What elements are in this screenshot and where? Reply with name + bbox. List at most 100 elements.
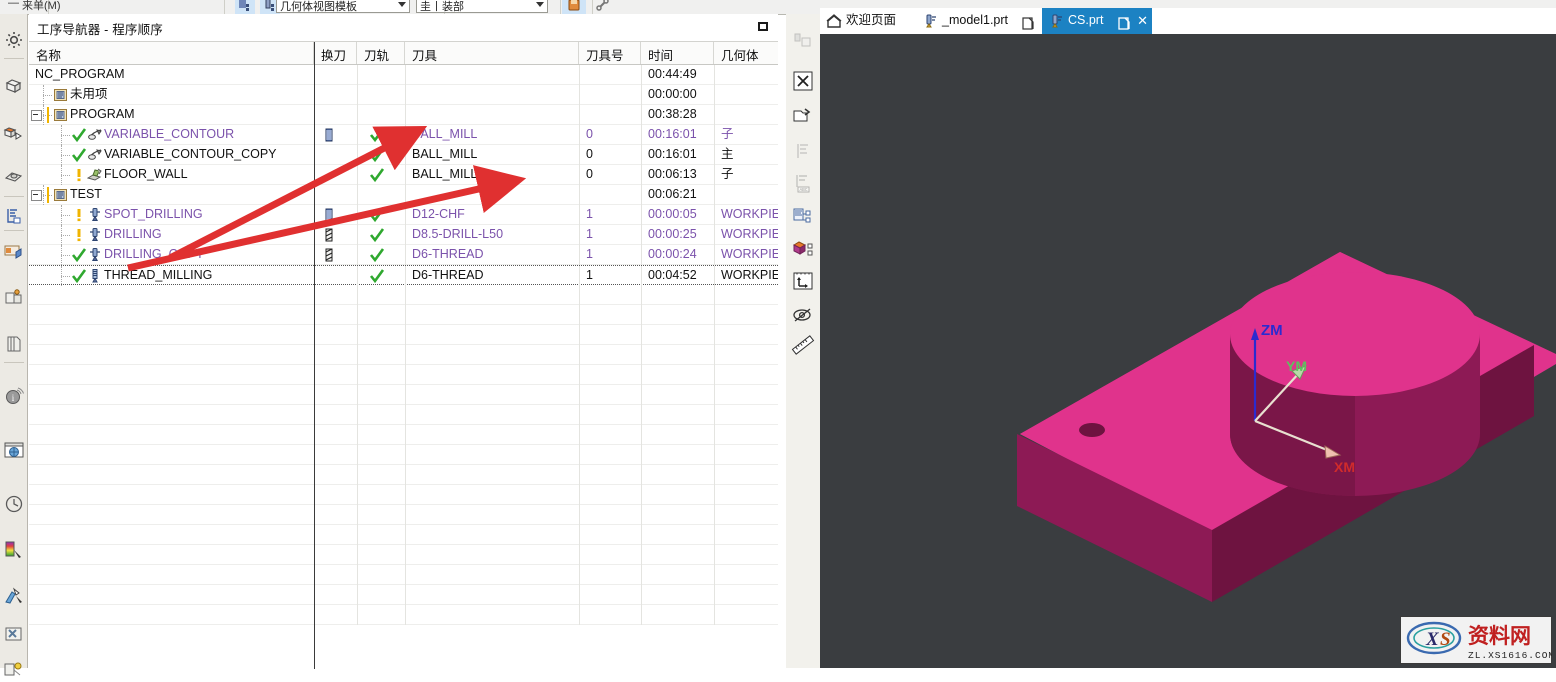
shop-doc-icon[interactable] xyxy=(790,236,816,262)
table-row-empty[interactable] xyxy=(29,425,778,445)
graphics-viewport[interactable]: ZM YM XM X S 资料网 ZL.XS1616.COM xyxy=(820,34,1556,668)
table-row[interactable]: DRILLINGD8.5-DRILL-L50100:00:25WORKPIECE… xyxy=(29,225,778,245)
column-divider xyxy=(714,345,715,365)
assembly-combo[interactable]: 圭丨装部 xyxy=(416,0,548,13)
cell-geom xyxy=(714,65,778,85)
tab-document-1[interactable]: _model1.prt xyxy=(916,8,1042,34)
cell-tool: BALL_MILL xyxy=(405,125,579,145)
table-row[interactable]: DRILLING_COPYD6-THREAD100:00:24WORKPIECE… xyxy=(29,245,778,265)
table-row-empty[interactable] xyxy=(29,445,778,465)
view-template-combo[interactable]: 几何体视图模板 xyxy=(276,0,410,13)
link-icon[interactable] xyxy=(594,0,612,14)
table-row[interactable]: FLOOR_WALLBALL_MILL000:06:13子| xyxy=(29,165,778,185)
table-row-empty[interactable] xyxy=(29,285,778,305)
table-row-empty[interactable] xyxy=(29,505,778,525)
column-divider xyxy=(641,525,642,545)
table-row-empty[interactable] xyxy=(29,465,778,485)
column-divider xyxy=(357,545,358,565)
table-row[interactable]: SPOT_DRILLINGD12-CHF100:00:05WORKPIECE| xyxy=(29,205,778,225)
table-row-empty[interactable] xyxy=(29,305,778,325)
system-library-icon[interactable] xyxy=(2,332,26,356)
svg-text:ZM: ZM xyxy=(1261,322,1283,339)
row-name: THREAD_MILLING xyxy=(104,266,212,285)
history-icon[interactable] xyxy=(2,492,26,516)
table-row-empty[interactable] xyxy=(29,545,778,565)
postprocess-icon[interactable] xyxy=(790,204,816,230)
cell-toolchange xyxy=(314,105,357,125)
column-header-change[interactable]: 换刀 xyxy=(314,42,357,64)
column-header-path[interactable]: 刀轨 xyxy=(357,42,405,64)
tree-line xyxy=(61,235,70,237)
column-divider xyxy=(641,605,642,625)
create-operation-icon[interactable] xyxy=(790,28,816,54)
roles-icon[interactable] xyxy=(2,658,26,682)
table-row-empty[interactable] xyxy=(29,365,778,385)
table-row[interactable]: VARIABLE_CONTOURBALL_MILL000:16:01子| xyxy=(29,125,778,145)
tree-expander[interactable] xyxy=(31,190,42,201)
table-row[interactable]: PROGRAM00:38:28 xyxy=(29,105,778,125)
cell-toolchange xyxy=(314,125,357,145)
cell-toolpath xyxy=(357,65,405,85)
maximize-button[interactable] xyxy=(756,19,771,34)
cell-tool: D6-THREAD xyxy=(405,266,579,286)
table-row[interactable]: THREAD_MILLINGD6-THREAD100:04:52WORKPIEC… xyxy=(29,265,778,285)
program-group-icon xyxy=(53,107,69,123)
column-divider xyxy=(357,485,358,505)
table-row[interactable]: TEST00:06:21 xyxy=(29,185,778,205)
table-row-empty[interactable] xyxy=(29,585,778,605)
cell-tool xyxy=(405,85,579,105)
tab-document-2[interactable]: CS.prt✕ xyxy=(1042,8,1152,34)
part-navigator-icon[interactable] xyxy=(2,74,26,98)
column-divider xyxy=(405,565,406,585)
manufacturing-wizard-icon[interactable] xyxy=(2,584,26,608)
info-icon[interactable]: i xyxy=(2,384,26,408)
gear-icon[interactable] xyxy=(2,28,26,52)
table-row-empty[interactable] xyxy=(29,525,778,545)
column-divider xyxy=(357,525,358,545)
generate-toolpath-icon[interactable] xyxy=(790,138,816,164)
process-studio-icon[interactable] xyxy=(2,622,26,646)
hide-icon[interactable] xyxy=(790,302,816,328)
measure-icon[interactable] xyxy=(790,332,816,358)
constraint-navigator-icon[interactable] xyxy=(2,164,26,188)
column-header-name[interactable]: 名称 xyxy=(29,42,314,64)
table-row-empty[interactable] xyxy=(29,485,778,505)
reuse-library-icon[interactable] xyxy=(2,240,26,264)
column-divider xyxy=(357,565,358,585)
system-materials-icon[interactable] xyxy=(2,538,26,562)
csys-display-icon[interactable] xyxy=(790,268,816,294)
column-header-time[interactable]: 时间 xyxy=(641,42,714,64)
table-row-empty[interactable] xyxy=(29,345,778,365)
toolpath-icon[interactable] xyxy=(236,0,254,14)
hd3d-tools-icon[interactable] xyxy=(2,286,26,310)
verify-toolpath-icon[interactable]: ABC xyxy=(790,170,816,196)
table-row[interactable]: NC_PROGRAM00:44:49 xyxy=(29,65,778,85)
column-divider xyxy=(641,345,642,365)
column-header-tool[interactable]: 刀具 xyxy=(405,42,579,64)
assembly-navigator-icon[interactable] xyxy=(2,122,26,146)
cell-time: 00:44:49 xyxy=(641,65,714,85)
delete-icon[interactable] xyxy=(790,68,816,94)
table-row-empty[interactable] xyxy=(29,565,778,585)
table-row[interactable]: 未用项00:00:00 xyxy=(29,85,778,105)
web-browser-icon[interactable] xyxy=(2,438,26,462)
table-row-empty[interactable] xyxy=(29,385,778,405)
table-row-empty[interactable] xyxy=(29,405,778,425)
operation-navigator-icon[interactable] xyxy=(2,204,26,228)
column-divider xyxy=(714,565,715,585)
column-header-toolno[interactable]: 刀具号 xyxy=(579,42,641,64)
table-row-empty[interactable] xyxy=(29,325,778,345)
save-icon[interactable] xyxy=(565,0,583,14)
column-divider xyxy=(405,485,406,505)
cell-tool xyxy=(405,65,579,85)
column-divider xyxy=(714,385,715,405)
program-marker xyxy=(47,107,49,123)
table-row[interactable]: VARIABLE_CONTOUR_COPYBALL_MILL000:16:01主… xyxy=(29,145,778,165)
table-row-empty[interactable] xyxy=(29,605,778,625)
tree-expander[interactable] xyxy=(31,110,42,121)
tab-welcome[interactable]: 欢迎页面 xyxy=(820,8,916,34)
cell-toolpath xyxy=(357,245,405,265)
open-folder-icon[interactable] xyxy=(790,102,816,128)
close-icon[interactable]: ✕ xyxy=(1137,14,1148,27)
column-divider xyxy=(579,465,580,485)
